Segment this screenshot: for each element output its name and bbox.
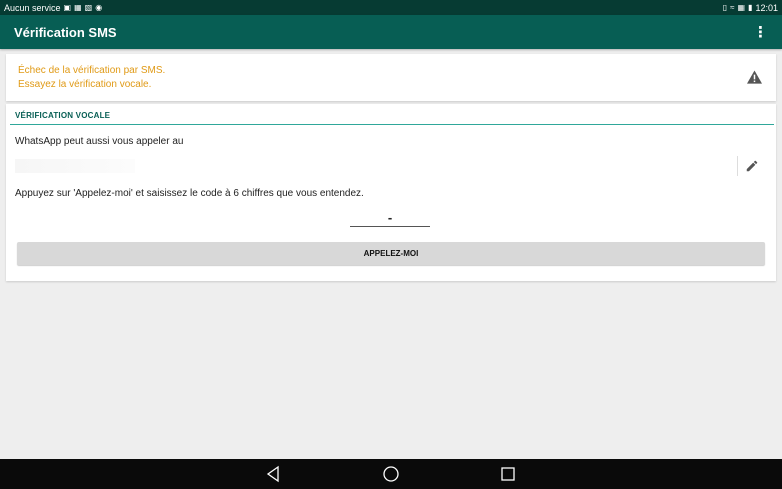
vibrate-icon: ▯ [722, 3, 728, 12]
intro-text: WhatsApp peut aussi vous appeler au [15, 136, 184, 147]
section-divider [10, 124, 774, 125]
status-bar-right: ▯ ≈ ▦ ▮ 12:01 [723, 3, 778, 13]
instruction-text: Appuyez sur 'Appelez-moi' et saisissez l… [15, 188, 364, 199]
wifi-icon: ≈ [730, 3, 735, 12]
battery-icon: ▮ [748, 3, 753, 12]
warning-icon [747, 70, 762, 84]
download-icon: ▧ [84, 3, 93, 12]
back-icon[interactable] [265, 465, 283, 483]
carrier-label: Aucun service [4, 2, 61, 13]
status-bar: Aucun service ▣ ▦ ▧ ◉ ▯ ≈ ▦ ▮ 12:01 [0, 0, 782, 15]
clock: 12:01 [755, 2, 778, 13]
battery-saver-icon: ▦ [737, 3, 746, 12]
call-me-button[interactable]: APPELEZ-MOI [17, 242, 765, 265]
warning-message: Échec de la vérification par SMS. [18, 65, 166, 76]
recent-apps-icon[interactable] [499, 465, 517, 483]
app-bar: Vérification SMS ⋮ [0, 15, 782, 49]
voice-verification-card: VÉRIFICATION VOCALE WhatsApp peut aussi … [6, 104, 776, 281]
status-bar-left: Aucun service ▣ ▦ ▧ ◉ [4, 3, 102, 13]
phone-number-redacted [15, 159, 135, 173]
image-icon: ▦ [74, 3, 82, 12]
pencil-icon[interactable] [745, 159, 759, 173]
code-input[interactable] [350, 208, 430, 227]
warning-hint: Essayez la vérification vocale. [18, 79, 152, 90]
page-title: Vérification SMS [14, 24, 117, 40]
camera-icon: ◉ [95, 3, 103, 12]
overflow-menu-icon[interactable]: ⋮ [753, 23, 768, 41]
section-title: VÉRIFICATION VOCALE [15, 111, 111, 120]
navigation-bar [0, 459, 782, 489]
sim-icon: ▣ [63, 3, 72, 12]
sms-failure-card: Échec de la vérification par SMS. Essaye… [6, 54, 776, 101]
home-icon[interactable] [382, 465, 400, 483]
edit-divider [737, 156, 738, 176]
